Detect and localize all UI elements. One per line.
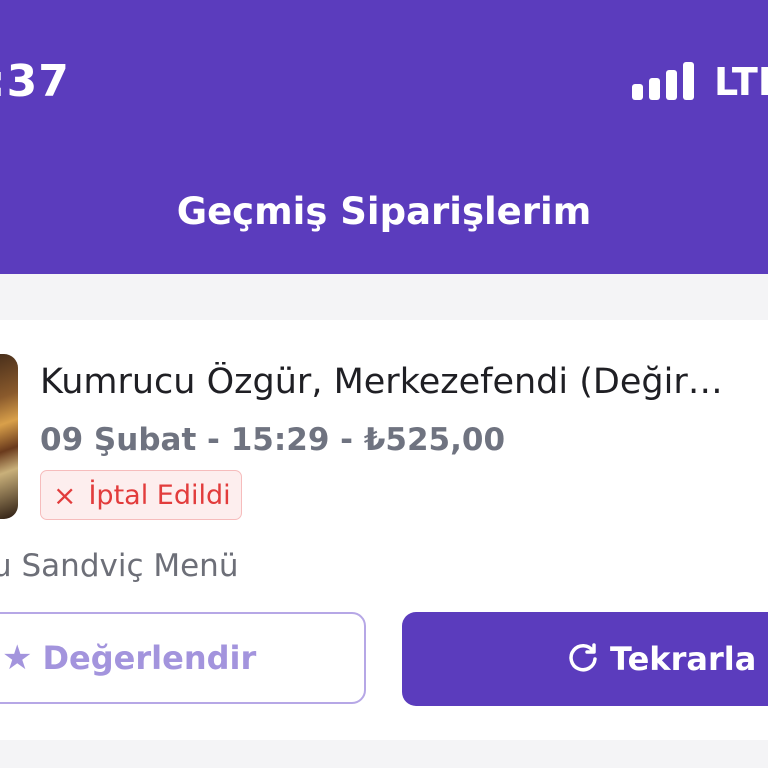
star-icon: ★ <box>2 638 33 678</box>
network-label: LTE <box>714 60 768 104</box>
app-header: :37 LTE Geçmiş Siparişlerim <box>0 0 768 274</box>
status-label: İptal Edildi <box>88 479 231 511</box>
refresh-icon <box>566 642 600 676</box>
order-items: u Sandviç Menü <box>0 548 239 584</box>
restaurant-name: Kumrucu Özgür, Merkezefendi (Değir… <box>40 362 723 402</box>
rate-label: Değerlendir <box>42 639 257 677</box>
status-badge: × İptal Edildi <box>40 470 242 520</box>
page-title: Geçmiş Siparişlerim <box>176 190 592 233</box>
order-card[interactable]: Kumrucu Özgür, Merkezefendi (Değir… 09 Ş… <box>0 320 768 740</box>
order-meta: 09 Şubat - 15:29 - ₺525,00 <box>40 422 506 458</box>
restaurant-thumbnail <box>0 354 18 519</box>
rate-button[interactable]: ★ Değerlendir <box>0 612 366 704</box>
repeat-order-button[interactable]: Tekrarla <box>402 612 768 706</box>
close-icon: × <box>53 478 77 512</box>
repeat-label: Tekrarla <box>610 640 757 678</box>
status-time: :37 <box>0 56 70 107</box>
signal-icon <box>632 62 694 100</box>
